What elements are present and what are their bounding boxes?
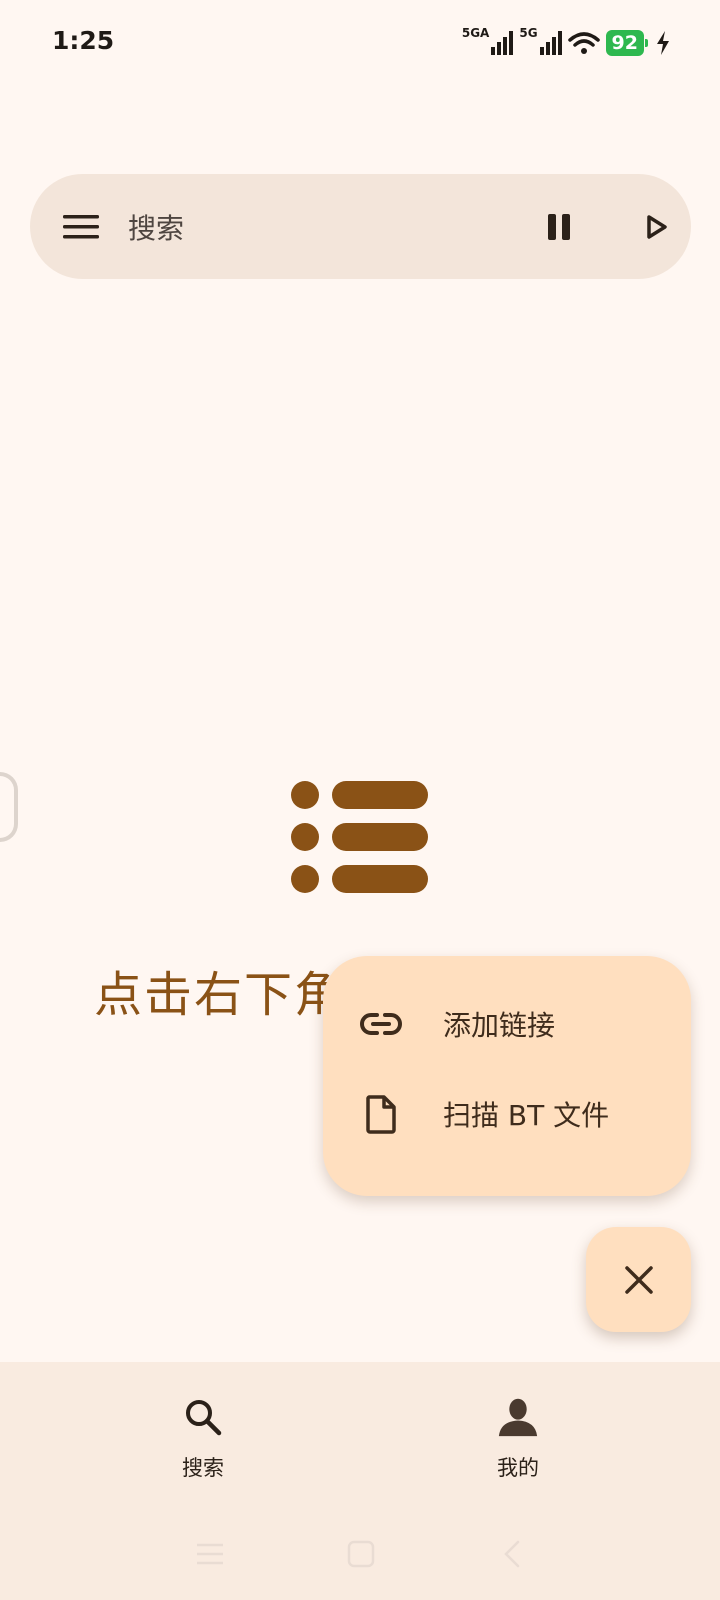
search-input[interactable]: 搜索 — [128, 207, 184, 247]
nav-label-search: 搜索 — [182, 1456, 224, 1480]
fab-menu: 添加链接 扫描 BT 文件 — [323, 956, 691, 1196]
link-icon — [359, 1002, 403, 1046]
list-icon — [291, 781, 428, 893]
signal-label-5g: 5G — [519, 26, 538, 40]
status-time: 1:25 — [52, 26, 115, 55]
nav-label-mine: 我的 — [497, 1456, 539, 1480]
nav-item-search[interactable]: 搜索 — [133, 1392, 273, 1492]
signal-icon — [539, 31, 562, 55]
add-link-label: 添加链接 — [443, 1009, 556, 1042]
person-icon — [498, 1392, 538, 1442]
status-icons: 5GA 5G 92 — [462, 26, 670, 60]
search-icon — [183, 1392, 223, 1442]
menu-button[interactable] — [56, 202, 106, 252]
scan-bt-file-menu-item[interactable]: 扫描 BT 文件 — [323, 1074, 691, 1154]
empty-state-text: 点击右下角 — [94, 967, 345, 1023]
signal-icon — [491, 31, 514, 55]
file-icon — [359, 1092, 403, 1136]
play-icon — [647, 215, 667, 239]
edge-gesture-handle[interactable] — [0, 772, 18, 842]
add-link-menu-item[interactable]: 添加链接 — [323, 984, 691, 1064]
battery-indicator: 92 — [605, 30, 649, 56]
system-navigation-bar — [0, 1530, 720, 1580]
menu-icon — [63, 215, 99, 239]
home-icon[interactable] — [347, 1540, 375, 1568]
search-bar[interactable]: 搜索 — [30, 174, 691, 279]
pause-button[interactable] — [534, 202, 584, 252]
back-icon[interactable] — [502, 1540, 522, 1568]
pause-icon — [548, 214, 570, 240]
close-fab-button[interactable] — [586, 1227, 691, 1332]
recents-icon[interactable] — [196, 1542, 224, 1566]
play-button[interactable] — [632, 202, 682, 252]
charging-icon — [657, 31, 669, 55]
status-bar: 1:25 5GA 5G 92 — [0, 0, 720, 90]
nav-item-mine[interactable]: 我的 — [448, 1392, 588, 1492]
wifi-icon — [567, 32, 600, 54]
scan-bt-file-label: 扫描 BT 文件 — [443, 1099, 610, 1132]
signal-label-5ga: 5GA — [461, 26, 490, 40]
close-icon — [624, 1265, 653, 1294]
